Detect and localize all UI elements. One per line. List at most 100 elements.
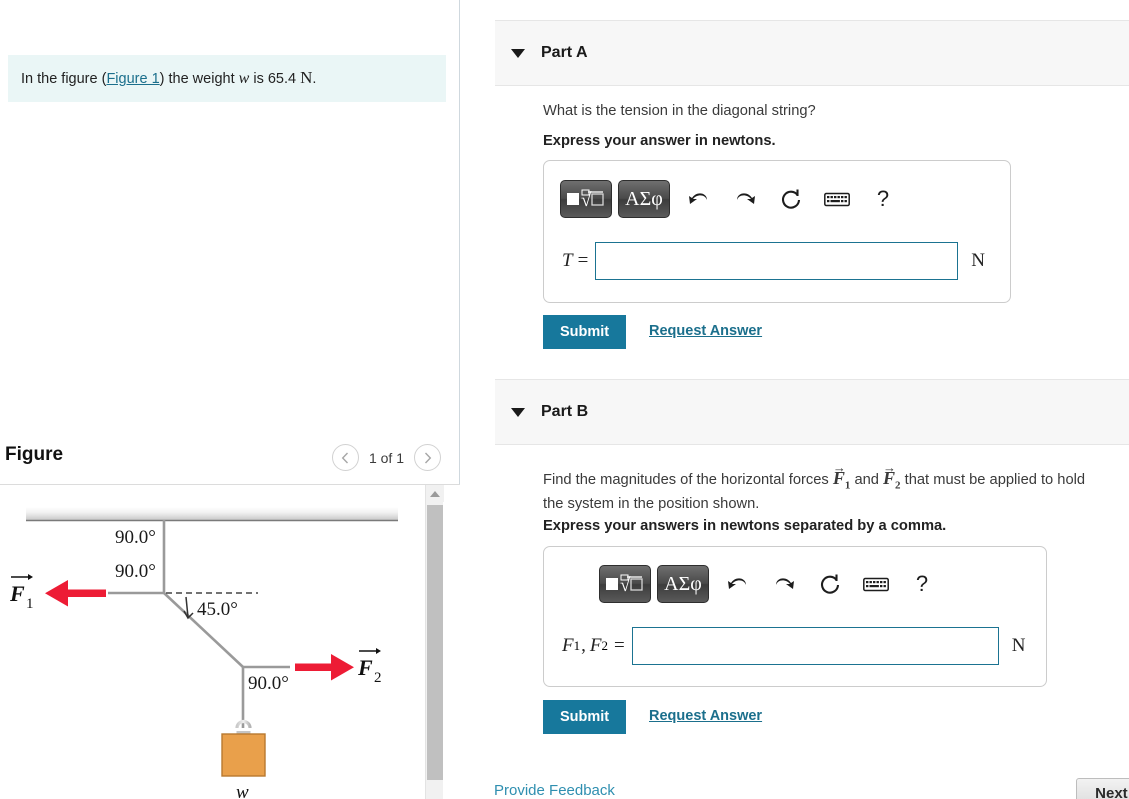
keyboard-icon [863, 577, 889, 591]
svg-text:F: F [357, 655, 373, 680]
problem-page: In the figure (Figure 1) the weight w is… [0, 0, 1129, 799]
part-b-answer-row: F1 , F2 = N [562, 627, 1025, 665]
problem-text-mid: ) the weight [159, 71, 239, 88]
problem-statement: In the figure (Figure 1) the weight w is… [8, 55, 446, 102]
part-b-submit-button[interactable]: Submit [543, 700, 627, 734]
redo-button[interactable] [722, 182, 768, 216]
physics-diagram: 90.0° 90.0° 45.0° 90.0° F 1 F 2 w [9, 507, 398, 799]
redo-button[interactable] [761, 567, 807, 601]
part-b-instruction: Express your answers in newtons separate… [543, 518, 947, 534]
right-panel: Part A What is the tension in the diagon… [461, 0, 1129, 799]
weight-label: w [236, 782, 249, 799]
reset-button[interactable] [807, 567, 853, 601]
reset-icon [781, 189, 801, 209]
part-a-unit: N [971, 250, 986, 271]
problem-statement-text: In the figure (Figure 1) the weight w is… [8, 67, 316, 90]
part-b-label-f2-sub: 2 [601, 638, 608, 653]
help-icon: ? [915, 571, 929, 596]
part-b-request-answer-link[interactable]: Request Answer [649, 708, 762, 724]
redo-icon [737, 193, 755, 204]
svg-text:1: 1 [26, 596, 34, 612]
part-a-instruction: Express your answer in newtons. [543, 133, 776, 149]
part-b-f1-subscript: 1 [844, 479, 851, 492]
part-a-toolbar: √ ΑΣφ ? [560, 180, 906, 218]
part-b-question-line2: the system in the position shown. [543, 495, 760, 512]
svg-text:√: √ [581, 190, 592, 210]
part-a-label: Part A [541, 44, 588, 61]
reset-button[interactable] [768, 182, 814, 216]
angle-label-lower: 90.0° [248, 673, 289, 694]
problem-text-after: is 65.4 [249, 71, 301, 88]
keyboard-button[interactable] [814, 182, 860, 216]
part-a-answer-row: T = N [562, 242, 985, 280]
provide-feedback-link[interactable]: Provide Feedback [494, 782, 615, 799]
scroll-up-button[interactable] [426, 485, 444, 502]
part-a-question: What is the tension in the diagonal stri… [543, 103, 816, 119]
greek-symbols-button[interactable]: ΑΣφ [618, 180, 670, 218]
part-b-label-f1: F [562, 635, 574, 656]
newton-unit: N [300, 68, 313, 88]
part-a-answer-label: T [562, 250, 573, 271]
hanging-weight [221, 719, 266, 777]
angle-marker-45 [183, 596, 194, 620]
part-b-question: Find the magnitudes of the horizontal fo… [543, 460, 1129, 514]
help-button[interactable]: ? [860, 182, 906, 216]
chevron-left-icon [342, 452, 349, 463]
undo-button[interactable] [676, 182, 722, 216]
help-button[interactable]: ? [899, 567, 945, 601]
greek-symbols-label: ΑΣφ [625, 187, 663, 210]
greek-symbols-label: ΑΣφ [664, 572, 702, 595]
ceiling-bar [26, 507, 398, 522]
math-template-button[interactable]: √ [599, 565, 651, 603]
math-template-button[interactable]: √ [560, 180, 612, 218]
part-b-f2-symbol: F → 2 [883, 460, 901, 492]
part-b-question-text-c: that must be applied to hold [900, 472, 1086, 488]
part-b-equals-sign: = [613, 635, 625, 656]
part-b-f2-subscript: 2 [895, 479, 901, 492]
part-a-request-answer-link[interactable]: Request Answer [649, 323, 762, 339]
keyboard-icon [824, 192, 850, 206]
part-b-answer-input[interactable] [631, 627, 999, 665]
part-a-answer-input[interactable] [595, 242, 959, 280]
part-a-header[interactable]: Part A [495, 20, 1129, 86]
part-b-header[interactable]: Part B [495, 379, 1129, 445]
next-button[interactable]: Next › [1076, 778, 1129, 799]
part-b-f1-symbol: F → 1 [833, 460, 851, 492]
figure-1-link[interactable]: Figure 1 [106, 71, 159, 87]
redo-icon [776, 578, 794, 589]
angle-label-mid: 90.0° [115, 561, 156, 582]
undo-button[interactable] [715, 567, 761, 601]
weight-symbol: w [238, 70, 250, 88]
undo-icon [689, 193, 707, 204]
figure-prev-button[interactable] [331, 444, 359, 471]
force-f1-arrow [45, 580, 106, 607]
figure-area: 90.0° 90.0° 45.0° 90.0° F 1 F 2 w [0, 484, 460, 799]
vector-arrow-icon: → [832, 460, 846, 475]
keyboard-button[interactable] [853, 567, 899, 601]
caret-down-icon[interactable] [511, 48, 525, 58]
scrollbar-thumb[interactable] [427, 505, 443, 780]
greek-symbols-button[interactable]: ΑΣφ [657, 565, 709, 603]
part-b-label-f1-sub: 1 [573, 638, 581, 653]
math-template-icon: √ [606, 574, 643, 595]
angle-label-top: 90.0° [115, 527, 156, 548]
figure-panel-title: Figure [5, 444, 64, 465]
figure-scrollbar[interactable] [425, 485, 444, 799]
caret-down-icon[interactable] [511, 407, 525, 417]
problem-text-before: In the figure ( [21, 71, 107, 88]
part-a-submit-button[interactable]: Submit [543, 315, 627, 349]
vector-arrow-icon: → [883, 460, 897, 475]
math-template-icon: √ [567, 189, 604, 210]
svg-text:F: F [9, 581, 25, 606]
force-f2-label: F 2 [357, 648, 382, 686]
part-b-toolbar: √ ΑΣφ ? [599, 565, 945, 603]
part-b-question-text-b: and [850, 472, 884, 488]
reset-icon [820, 574, 840, 594]
part-b-label-comma: , [581, 635, 586, 656]
figure-navigation: 1 of 1 [331, 444, 441, 471]
part-a-answer-box: √ ΑΣφ ? T = N [543, 160, 1011, 303]
undo-icon [728, 578, 746, 589]
figure-next-button[interactable] [414, 444, 441, 471]
left-panel: In the figure (Figure 1) the weight w is… [0, 0, 460, 799]
problem-period: . [312, 71, 317, 88]
